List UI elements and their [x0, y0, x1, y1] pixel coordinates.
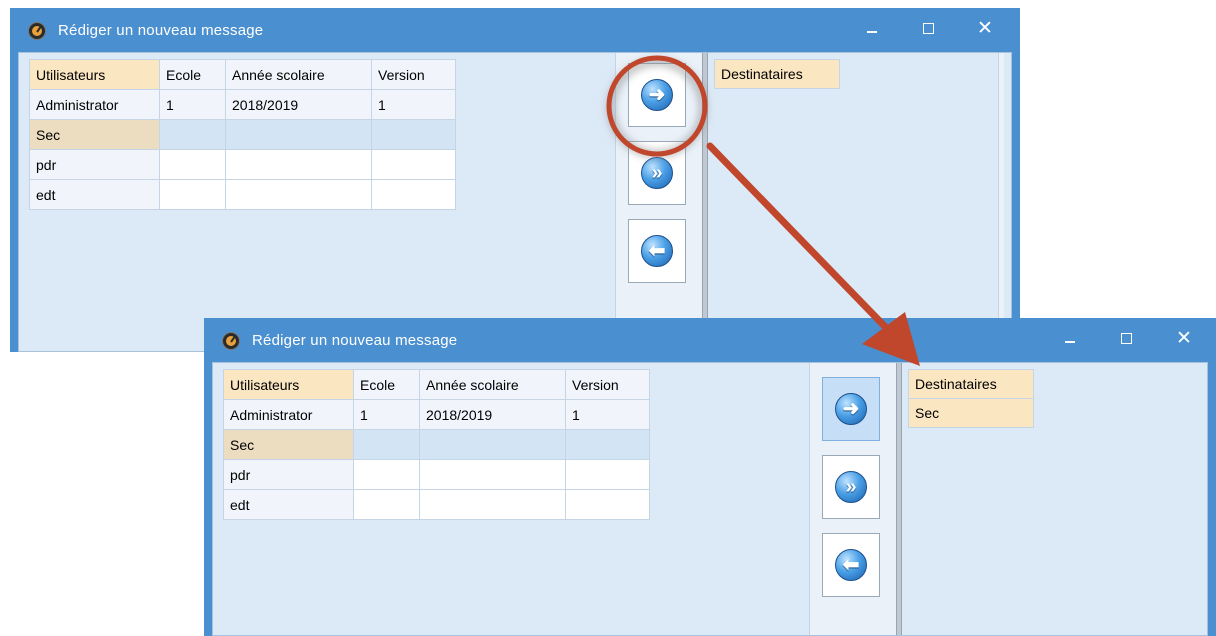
title-bar: Rédiger un nouveau message ✕: [10, 8, 1020, 52]
table-row[interactable]: pdr: [29, 149, 456, 180]
column-header-version[interactable]: Version: [565, 369, 650, 400]
table-row[interactable]: edt: [223, 489, 650, 520]
add-all-button[interactable]: »: [628, 141, 686, 205]
cell-version: 1: [565, 399, 650, 430]
add-selected-button[interactable]: ➜: [822, 377, 880, 441]
cell-version: [565, 489, 650, 520]
recipient-row[interactable]: Sec: [908, 398, 1034, 428]
cell-version: [371, 149, 456, 180]
minimize-icon: [867, 31, 877, 33]
cell-ecole: [353, 489, 420, 520]
recipients-table: Destinataires Sec: [908, 369, 1034, 428]
cell-user: Administrator: [223, 399, 354, 430]
window-client: Utilisateurs Ecole Année scolaire Versio…: [212, 362, 1208, 636]
remove-button[interactable]: ⬅: [628, 219, 686, 283]
cell-annee: [419, 489, 566, 520]
recipients-panel: Destinataires: [708, 53, 998, 351]
title-bar: Rédiger un nouveau message ✕: [204, 318, 1216, 362]
cell-version: [565, 429, 650, 460]
close-icon: ✕: [977, 17, 993, 39]
cell-annee: [225, 149, 372, 180]
table-header-row: Utilisateurs Ecole Année scolaire Versio…: [223, 369, 650, 400]
minimize-icon: [1065, 341, 1075, 343]
maximize-button[interactable]: [908, 14, 948, 42]
cell-user: pdr: [29, 149, 160, 180]
column-header-destinataires[interactable]: Destinataires: [908, 369, 1034, 399]
column-header-annee-scolaire[interactable]: Année scolaire: [225, 59, 372, 90]
add-selected-button[interactable]: ➜: [628, 63, 686, 127]
cell-version: [371, 119, 456, 150]
cell-version: [371, 179, 456, 210]
cell-ecole: 1: [353, 399, 420, 430]
cell-ecole: [159, 179, 226, 210]
double-arrow-right-icon: »: [835, 471, 867, 503]
cell-annee: [225, 119, 372, 150]
double-arrow-right-icon: »: [641, 157, 673, 189]
cell-annee: 2018/2019: [419, 399, 566, 430]
arrow-left-icon: ⬅: [641, 235, 673, 267]
column-header-utilisateurs[interactable]: Utilisateurs: [29, 59, 160, 90]
add-all-button[interactable]: »: [822, 455, 880, 519]
cell-user: edt: [223, 489, 354, 520]
cell-user: Sec: [223, 429, 354, 460]
cell-version: [565, 459, 650, 490]
column-header-ecole[interactable]: Ecole: [353, 369, 420, 400]
cell-annee: [419, 429, 566, 460]
column-header-annee-scolaire[interactable]: Année scolaire: [419, 369, 566, 400]
close-button[interactable]: ✕: [1164, 324, 1204, 352]
table-row-selected[interactable]: Sec: [223, 429, 650, 460]
clock-app-icon: [28, 22, 46, 40]
minimize-button[interactable]: [1050, 324, 1090, 352]
cell-user: pdr: [223, 459, 354, 490]
maximize-icon: [922, 22, 934, 34]
recipients-table: Destinataires: [714, 59, 840, 89]
arrow-right-icon: ➜: [641, 79, 673, 111]
window-title: Rédiger un nouveau message: [58, 22, 264, 39]
maximize-icon: [1120, 332, 1132, 344]
table-row[interactable]: Administrator 1 2018/2019 1: [223, 399, 650, 430]
table-header-row: Utilisateurs Ecole Année scolaire Versio…: [29, 59, 456, 90]
window-before: Rédiger un nouveau message ✕ Utilisateur…: [10, 8, 1020, 352]
window-title: Rédiger un nouveau message: [252, 332, 458, 349]
window-client: Utilisateurs Ecole Année scolaire Versio…: [18, 52, 1012, 352]
minimize-button[interactable]: [852, 14, 892, 42]
users-table: Utilisateurs Ecole Année scolaire Versio…: [29, 59, 456, 210]
cell-user: Administrator: [29, 89, 160, 120]
cell-user: edt: [29, 179, 160, 210]
window-after: Rédiger un nouveau message ✕ Utilisateur…: [204, 318, 1216, 636]
cell-annee: [419, 459, 566, 490]
maximize-button[interactable]: [1106, 324, 1146, 352]
transfer-button-panel: ➜ » ⬅: [615, 53, 703, 351]
cell-version: 1: [371, 89, 456, 120]
scrollbar[interactable]: [998, 53, 1004, 351]
table-row[interactable]: pdr: [223, 459, 650, 490]
recipients-panel: Destinataires Sec: [902, 363, 1202, 635]
cell-annee: 2018/2019: [225, 89, 372, 120]
clock-app-icon: [222, 332, 240, 350]
close-icon: ✕: [1176, 327, 1192, 349]
cell-ecole: 1: [159, 89, 226, 120]
transfer-button-panel: ➜ » ⬅: [809, 363, 897, 635]
cell-ecole: [353, 429, 420, 460]
cell-annee: [225, 179, 372, 210]
arrow-right-icon: ➜: [835, 393, 867, 425]
column-header-version[interactable]: Version: [371, 59, 456, 90]
cell-ecole: [353, 459, 420, 490]
cell-ecole: [159, 149, 226, 180]
cell-user: Sec: [29, 119, 160, 150]
arrow-left-icon: ⬅: [835, 549, 867, 581]
remove-button[interactable]: ⬅: [822, 533, 880, 597]
column-header-ecole[interactable]: Ecole: [159, 59, 226, 90]
close-button[interactable]: ✕: [965, 14, 1005, 42]
table-row[interactable]: Administrator 1 2018/2019 1: [29, 89, 456, 120]
cell-ecole: [159, 119, 226, 150]
users-table: Utilisateurs Ecole Année scolaire Versio…: [223, 369, 650, 520]
column-header-destinataires[interactable]: Destinataires: [714, 59, 840, 89]
table-row-selected[interactable]: Sec: [29, 119, 456, 150]
column-header-utilisateurs[interactable]: Utilisateurs: [223, 369, 354, 400]
table-row[interactable]: edt: [29, 179, 456, 210]
